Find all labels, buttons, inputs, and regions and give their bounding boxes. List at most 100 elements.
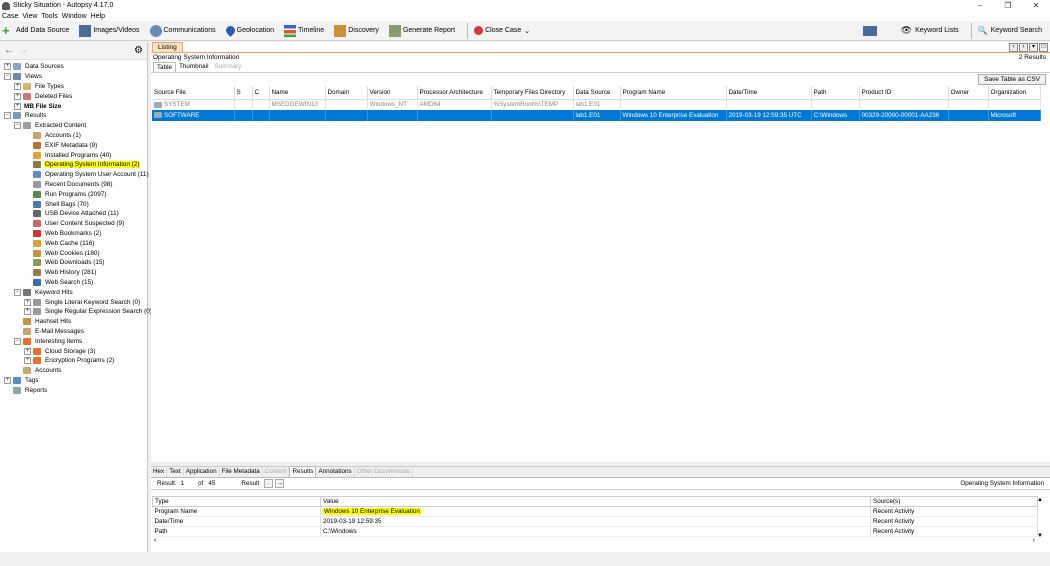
- collapse-icon[interactable]: −: [4, 73, 11, 81]
- scroll-left-arrow-icon[interactable]: ‹: [154, 537, 156, 545]
- expand-icon[interactable]: +: [24, 308, 31, 316]
- tree-node[interactable]: + Single Regular Expression Search (0): [0, 307, 152, 317]
- tree-node[interactable]: E-Mail Messages: [0, 327, 147, 337]
- column-header[interactable]: S: [234, 86, 253, 100]
- tree-node[interactable]: User Content Suspected (9): [0, 219, 147, 229]
- tree-node[interactable]: USB Device Attached (11): [0, 209, 147, 219]
- menu-help[interactable]: Help: [91, 13, 105, 20]
- column-header[interactable]: Data Source: [573, 86, 621, 100]
- collapse-icon[interactable]: −: [14, 288, 21, 296]
- tree-node[interactable]: Accounts (1): [0, 131, 147, 141]
- maximize-panel-icon[interactable]: □: [1039, 43, 1048, 52]
- minimize-button[interactable]: –: [966, 1, 994, 10]
- scroll-down-arrow-icon[interactable]: ▼: [1036, 533, 1044, 539]
- column-header[interactable]: Version: [367, 86, 418, 100]
- tree-node[interactable]: Reports: [0, 385, 147, 395]
- tree-node[interactable]: Web History (281): [0, 268, 147, 278]
- tree-node[interactable]: Web Downloads (15): [0, 258, 147, 268]
- tab-listing[interactable]: Listing: [152, 42, 183, 52]
- tab-text[interactable]: Text: [167, 467, 184, 477]
- column-header[interactable]: Name: [269, 86, 326, 100]
- expand-icon[interactable]: +: [14, 102, 21, 110]
- tree-node[interactable]: Accounts: [0, 366, 147, 376]
- expand-icon[interactable]: +: [4, 376, 11, 384]
- scroll-right-arrow-icon[interactable]: ›: [1033, 537, 1035, 545]
- tree-node[interactable]: EXIF Metadata (9): [0, 140, 147, 150]
- communications-button[interactable]: Communications: [148, 21, 218, 41]
- tab-list-icon[interactable]: ▾: [1029, 43, 1038, 52]
- tree-node[interactable]: Installed Programs (40): [0, 150, 147, 160]
- geolocation-button[interactable]: Geolocation: [223, 21, 276, 41]
- tree-node[interactable]: + File Types: [0, 82, 147, 92]
- tab-file-metadata[interactable]: File Metadata: [220, 467, 263, 477]
- tree-node[interactable]: + MB File Size: [0, 101, 147, 111]
- tab-hex[interactable]: Hex: [151, 467, 168, 477]
- scroll-right-icon[interactable]: ›: [1019, 43, 1028, 52]
- scroll-left-icon[interactable]: ‹: [1009, 43, 1018, 52]
- column-header[interactable]: Source File: [152, 86, 235, 100]
- images-videos-button[interactable]: Images/Videos: [77, 21, 141, 41]
- expand-icon[interactable]: +: [14, 82, 21, 90]
- save-table-csv-button[interactable]: Save Table as CSV: [978, 74, 1046, 85]
- tree-node[interactable]: Hashset Hits: [0, 317, 147, 327]
- discovery-button[interactable]: Discovery: [332, 21, 381, 41]
- tree-node[interactable]: − Extracted Content: [0, 121, 147, 131]
- column-header[interactable]: Product ID: [859, 86, 949, 100]
- keyword-lists-button[interactable]: 👁 Keyword Lists: [899, 21, 961, 41]
- keyword-search-button[interactable]: 🔍 Keyword Search: [976, 21, 1044, 41]
- tree-node[interactable]: + Encryption Programs (2): [0, 356, 147, 366]
- subtab-thumbnail[interactable]: Thumbnail: [176, 62, 211, 72]
- back-arrow-icon[interactable]: ←: [4, 45, 14, 56]
- tree-node[interactable]: Web Search (15): [0, 278, 147, 288]
- attribute-row[interactable]: Date/Time 2019-03-19 12:59:35 Recent Activ…: [152, 516, 1038, 527]
- previous-result-button[interactable]: ←: [264, 479, 274, 488]
- tree-node[interactable]: Web Cookies (180): [0, 248, 147, 258]
- attribute-column-header[interactable]: Source(s): [870, 496, 1038, 507]
- menu-window[interactable]: Window: [62, 13, 87, 20]
- tree-node[interactable]: Operating System Information (2): [0, 160, 147, 170]
- menu-view[interactable]: View: [22, 13, 37, 20]
- tree-node[interactable]: + Tags: [0, 376, 147, 386]
- next-result-button[interactable]: →: [275, 479, 285, 488]
- scroll-up-arrow-icon[interactable]: ▲: [1036, 497, 1044, 503]
- column-header[interactable]: Program Name: [620, 86, 727, 100]
- column-header[interactable]: Temporary Files Directory: [491, 86, 574, 100]
- tree-node[interactable]: − Keyword Hits: [0, 287, 147, 297]
- column-header[interactable]: Date/Time: [726, 86, 812, 100]
- attribute-row[interactable]: Program Name Windows 10 Enterprise Evalua…: [152, 506, 1038, 517]
- mail-icon[interactable]: [862, 25, 877, 36]
- chevron-down-icon[interactable]: ⌄: [524, 27, 530, 35]
- close-case-button[interactable]: Close Case ⌄: [472, 21, 532, 41]
- collapse-icon[interactable]: −: [4, 112, 11, 120]
- expand-icon[interactable]: +: [24, 347, 31, 355]
- table-row[interactable]: SOFTWARE lab1.E01 Windows 10 Enterprise Ev…: [152, 110, 1041, 121]
- vertical-scrollbar[interactable]: ▲ ▼: [1036, 497, 1044, 547]
- subtab-table[interactable]: Table: [153, 62, 177, 72]
- collapse-icon[interactable]: −: [14, 337, 21, 345]
- generate-report-button[interactable]: Generate Report: [387, 21, 457, 41]
- forward-arrow-icon[interactable]: →: [18, 45, 28, 56]
- column-header[interactable]: Path: [811, 86, 860, 100]
- attribute-column-header[interactable]: Value: [320, 496, 871, 507]
- tree-node[interactable]: Operating System User Account (11): [0, 170, 149, 180]
- tree-node[interactable]: + Data Sources: [0, 62, 147, 72]
- menu-tools[interactable]: Tools: [41, 13, 57, 20]
- expand-icon[interactable]: +: [14, 92, 21, 100]
- tree-node[interactable]: − Interesting Items: [0, 336, 147, 346]
- expand-icon[interactable]: +: [24, 357, 31, 365]
- tree-node[interactable]: Web Bookmarks (2): [0, 229, 147, 239]
- tree-node[interactable]: Web Cache (116): [0, 238, 147, 248]
- column-header[interactable]: Organization: [988, 86, 1041, 100]
- close-window-button[interactable]: ✕: [1022, 1, 1050, 10]
- maximize-button[interactable]: ❐: [994, 1, 1022, 10]
- column-header[interactable]: C: [252, 86, 270, 100]
- timeline-button[interactable]: Timeline: [282, 21, 326, 41]
- tab-results[interactable]: Results: [289, 466, 317, 477]
- tree-node[interactable]: Run Programs (2097): [0, 189, 147, 199]
- tree-node[interactable]: Shell Bags (70): [0, 199, 147, 209]
- tree-node[interactable]: + Cloud Storage (3): [0, 346, 147, 356]
- tree-node[interactable]: + Single Literal Keyword Search (0): [0, 297, 147, 307]
- tab-application[interactable]: Application: [184, 467, 220, 477]
- gear-icon[interactable]: ⚙: [134, 45, 143, 56]
- attribute-column-header[interactable]: Type: [152, 496, 321, 507]
